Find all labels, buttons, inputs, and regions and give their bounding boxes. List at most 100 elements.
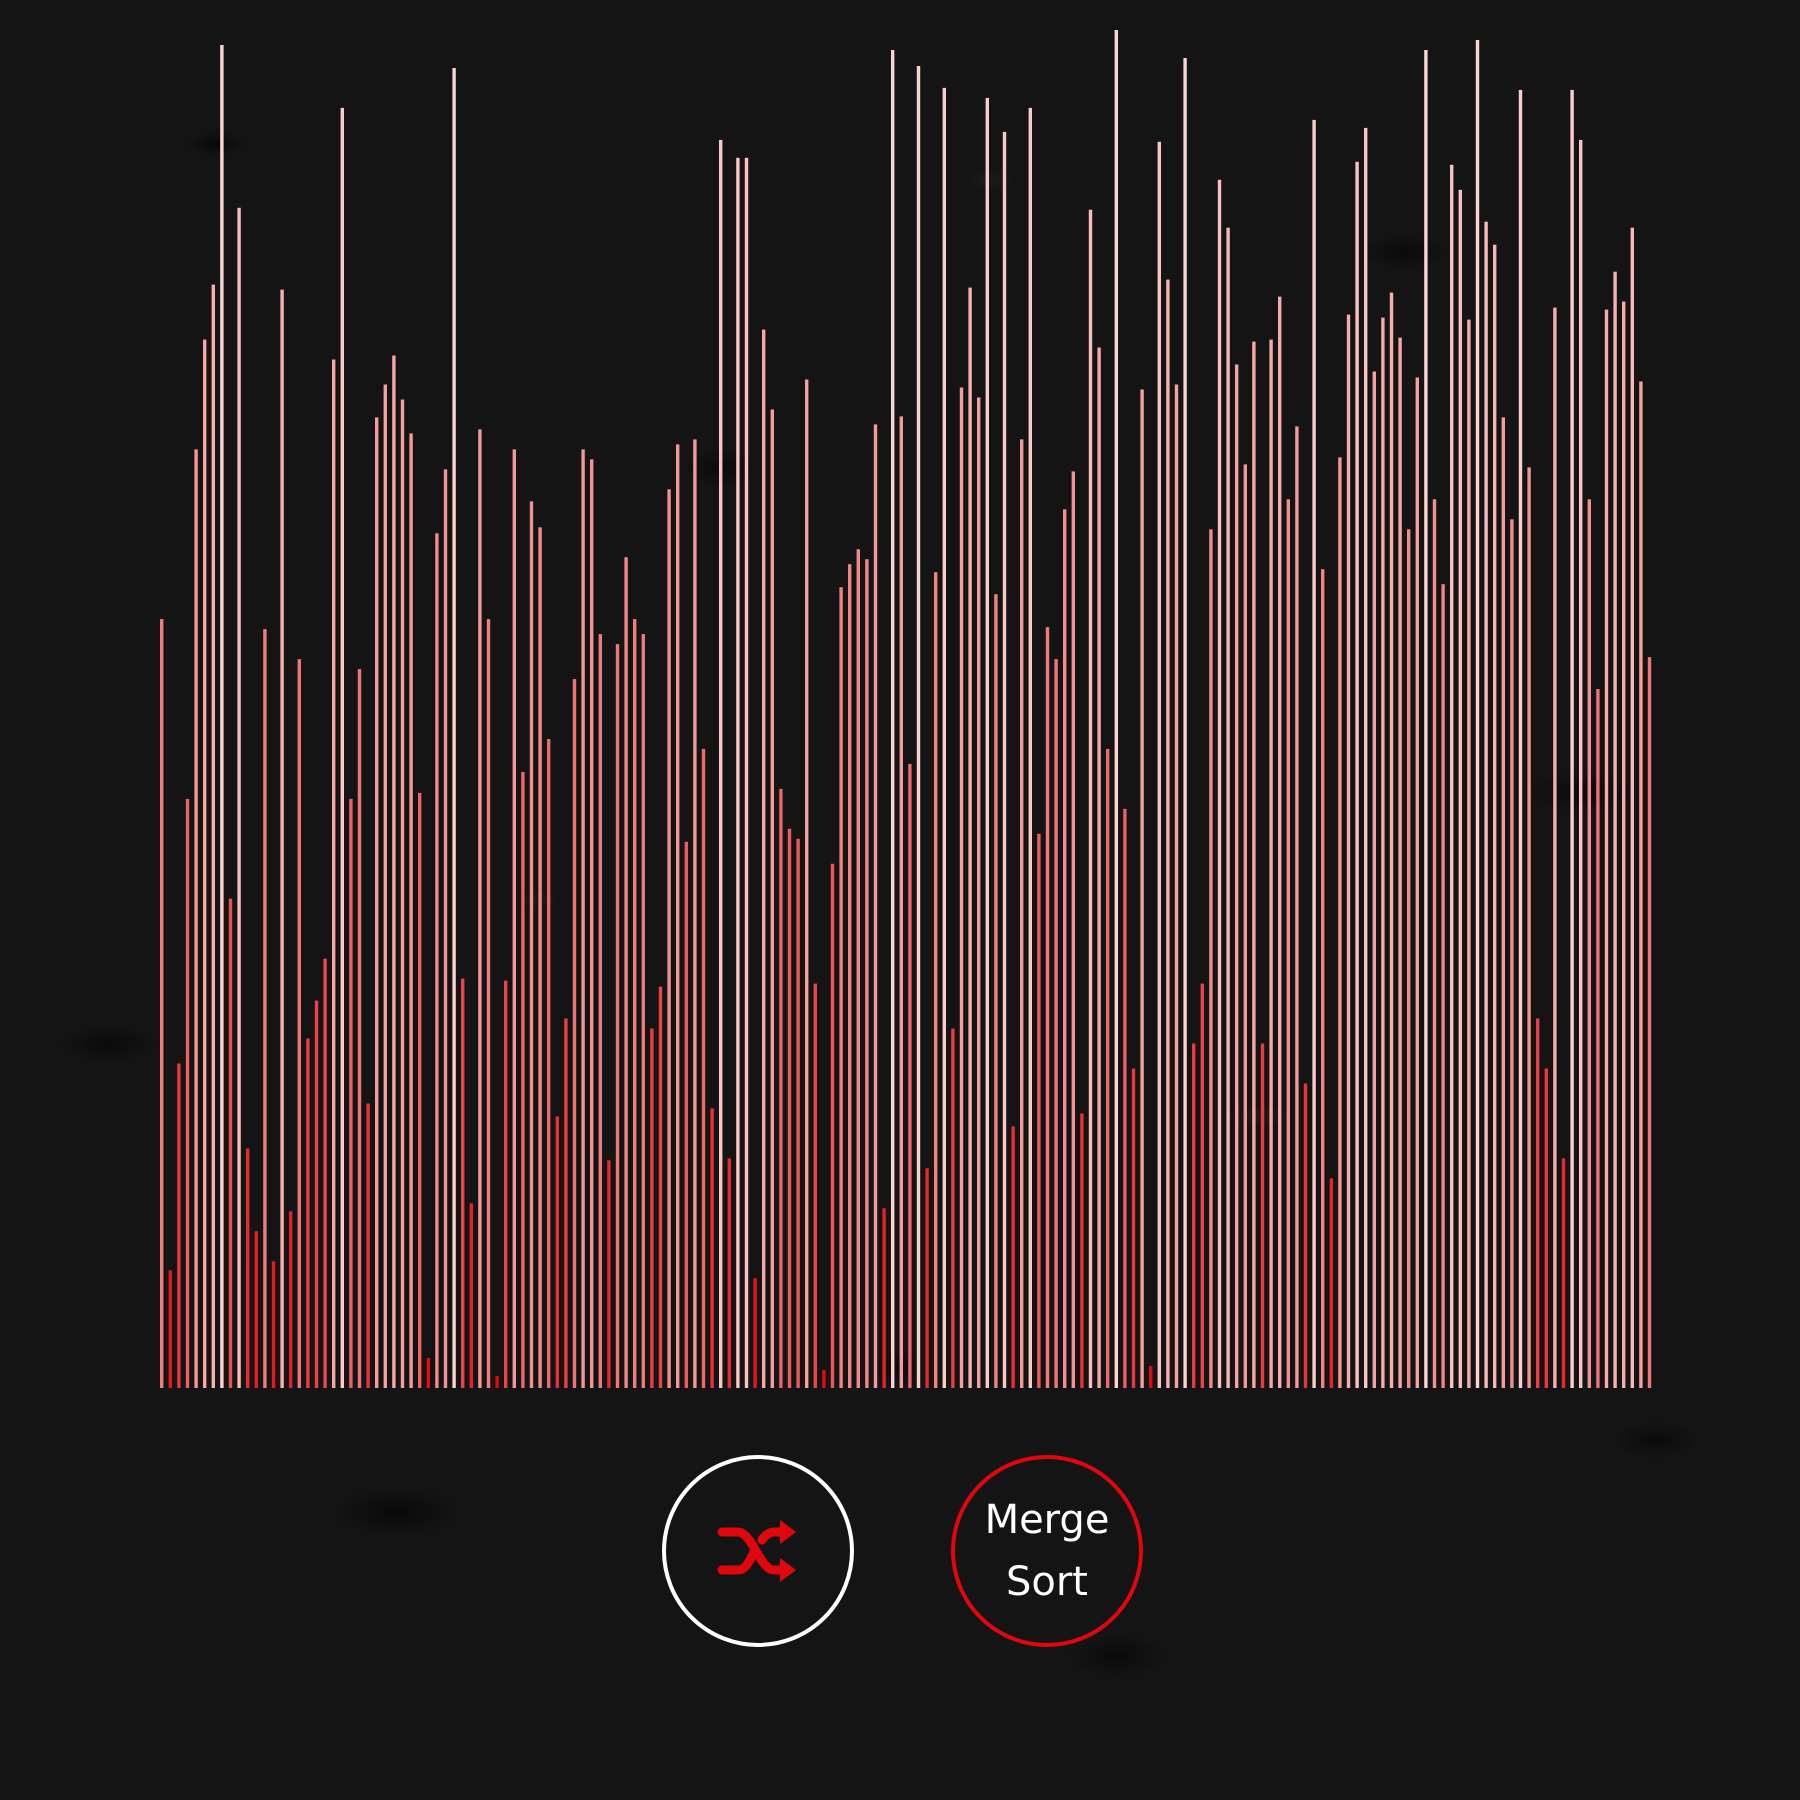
bar-71 [770,409,774,1388]
bar-41 [512,449,516,1388]
bar-9 [237,207,241,1388]
bar-72 [779,788,783,1388]
bar-100 [1020,439,1024,1388]
bar-19 [323,958,327,1388]
bar-23 [357,669,362,1388]
merge-sort-button[interactable]: Merge Sort [951,1455,1143,1647]
bar-70 [762,329,766,1389]
bar-165 [1579,139,1583,1388]
bar-96 [985,97,989,1388]
shuffle-button[interactable] [662,1455,854,1647]
bar-95 [977,397,981,1388]
bar-159 [1527,467,1531,1388]
bar-64 [710,1108,714,1388]
bar-173 [1647,657,1652,1388]
bar-119 [1183,58,1187,1388]
bar-54 [624,557,628,1388]
bar-98 [1002,131,1007,1388]
bar-35 [461,978,465,1388]
bar-111 [1114,30,1118,1388]
bar-32 [435,533,439,1388]
bar-21 [340,107,344,1388]
bar-17 [306,1038,310,1388]
bar-14 [280,289,284,1389]
bar-144 [1398,337,1402,1389]
bar-68 [744,157,749,1388]
bar-147 [1424,50,1428,1388]
bar-56 [641,634,645,1388]
bar-122 [1209,529,1213,1388]
bar-53 [615,644,620,1388]
bar-143 [1389,292,1394,1389]
bar-118 [1174,384,1179,1388]
bar-1 [168,1270,172,1388]
bar-36 [469,1203,473,1388]
bar-58 [658,986,663,1388]
bar-11 [254,1231,258,1388]
bar-13 [271,1261,276,1388]
bar-127 [1252,341,1256,1389]
bar-81 [856,549,860,1388]
bar-60 [676,444,680,1388]
bar-5 [203,339,207,1389]
bar-140 [1364,127,1368,1388]
bar-132 [1295,426,1299,1388]
bar-114 [1140,389,1144,1388]
bar-168 [1604,309,1609,1389]
bar-86 [899,416,903,1388]
bar-59 [667,489,671,1388]
bar-69 [753,1278,757,1388]
bar-116 [1157,141,1161,1388]
bar-77 [822,1370,826,1388]
bar-50 [590,459,594,1388]
bar-104 [1054,659,1058,1388]
bar-65 [719,139,723,1388]
bar-102 [1037,833,1041,1388]
bar-158 [1518,89,1523,1388]
bar-43 [529,501,534,1388]
bar-75 [805,379,809,1388]
bar-112 [1123,808,1127,1388]
bar-26 [383,384,387,1388]
bar-97 [994,594,998,1388]
bar-80 [848,564,852,1388]
bar-94 [968,287,972,1389]
bar-164 [1570,89,1574,1388]
bar-154 [1484,221,1488,1389]
bar-146 [1415,377,1419,1388]
bar-110 [1106,748,1110,1388]
bar-40 [504,980,508,1388]
bar-162 [1553,307,1557,1389]
bar-42 [521,771,525,1388]
bar-51 [598,634,602,1388]
bar-87 [908,763,912,1388]
bar-142 [1381,317,1385,1389]
sort-label-line1: Merge [984,1497,1110,1543]
bar-4 [194,449,198,1388]
bar-91 [942,87,946,1388]
bar-66 [727,1158,731,1388]
bar-90 [934,572,938,1388]
bar-18 [314,1000,319,1388]
bar-31 [426,1358,430,1388]
bar-171 [1630,227,1634,1389]
bar-135 [1321,569,1325,1388]
bar-121 [1200,983,1204,1388]
bar-8 [228,898,233,1388]
bar-125 [1235,364,1239,1388]
bar-117 [1166,279,1170,1389]
bar-30 [418,792,422,1388]
bar-37 [478,429,482,1388]
bar-22 [349,798,353,1388]
bar-45 [547,739,551,1388]
bar-49 [581,449,585,1388]
bar-76 [813,983,817,1388]
sorting-visualizer: Merge Sort [0,0,1800,1800]
shuffle-icon [717,1520,796,1582]
bar-78 [830,863,835,1388]
bar-109 [1097,347,1101,1388]
bar-126 [1243,464,1247,1388]
bar-150 [1450,164,1454,1388]
bar-55 [633,619,637,1388]
bar-136 [1329,1178,1333,1388]
